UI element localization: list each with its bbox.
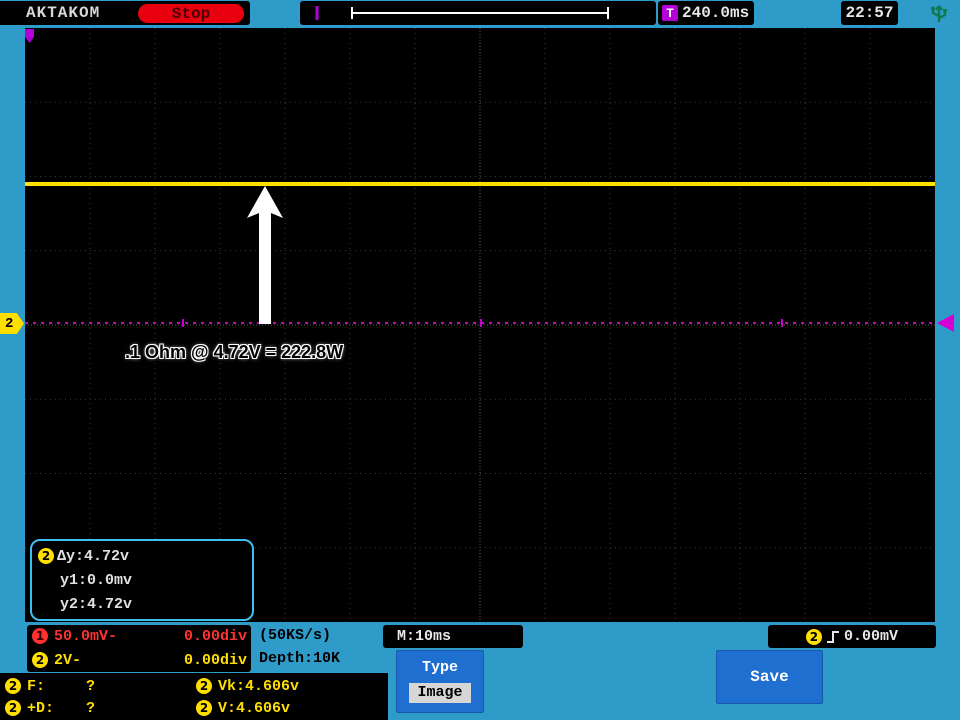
math-trace-tick [781,319,783,327]
cursor-delta-value: Δy:4.72v [57,547,130,565]
top-bar-left: AKTAKOM Stop [0,1,250,25]
channel2-badge: 2 [196,678,212,694]
channel2-settings: 2 2V- 0.00div [27,649,251,672]
trigger-level-arrow [937,314,954,332]
cursor-y2-value: y2:4.72v [60,595,133,613]
duty-label: +D: [27,700,55,717]
sample-rate: (50KS/s) [259,627,332,644]
channel2-trace [25,182,935,186]
measurements-box: 2 F: ? 2 Vk:4.606v 2 +D: ? 2 V:4.606v [0,673,388,720]
trigger-time-readout: T 240.0ms [658,1,754,25]
stop-button[interactable]: Stop [138,4,244,23]
trigger-level-value: 0.00mV [843,628,898,645]
channel1-badge: 1 [32,628,48,644]
channel1-scale: 50.0mV- [54,628,118,645]
oscilloscope-screen: AKTAKOM Stop T 240.0ms 22:57 .1 Ohm @ 4.… [0,0,960,720]
v-measurement: V:4.606v [218,700,291,717]
math-trace-tick [182,319,184,327]
channel1-offset: 0.00div [184,628,248,645]
vk-measurement: Vk:4.606v [218,678,300,695]
cursor-y1-row: y1:0.0mv [38,568,246,592]
brand-logo: AKTAKOM [26,4,101,22]
rising-edge-icon [826,630,839,643]
clock: 22:57 [841,1,898,25]
trigger-t-icon: T [662,5,678,21]
cursor-y1-value: y1:0.0mv [60,571,133,589]
channel-settings-box: 1 50.0mV- 0.00div 2 2V- 0.00div [27,625,251,672]
frequency-value: ? [86,678,96,695]
trigger-time-value: 240.0ms [682,4,750,22]
waveform-display: .1 Ohm @ 4.72V = 222.8W 2 Δy:4.72v y1:0.… [25,28,935,622]
usb-connected-icon [931,5,947,22]
channel2-offset: 0.00div [184,652,248,669]
channel2-badge: 2 [38,548,54,564]
channel2-badge: 2 [32,652,48,668]
channel2-badge: 2 [5,700,21,716]
channel2-badge: 2 [196,700,212,716]
type-button-label: Type [421,659,458,676]
cursor-y2-row: y2:4.72v [38,592,246,616]
channel2-scale: 2V- [54,652,82,669]
duty-value: ? [86,700,96,717]
type-button[interactable]: Type Image [396,650,484,713]
measurement-row-2: 2 +D: ? 2 V:4.606v [0,698,388,719]
save-button[interactable]: Save [716,650,823,704]
trigger-position-indicator [315,6,609,20]
annotation-arrow [247,186,283,324]
type-button-value: Image [409,683,471,703]
frequency-label: F: [27,678,46,695]
annotation-text: .1 Ohm @ 4.72V = 222.8W [125,342,344,362]
cursor-measurement-panel: 2 Δy:4.72v y1:0.0mv y2:4.72v [30,539,254,621]
memory-depth: Depth:10K [259,650,341,667]
channel2-ground-marker: 2 [0,313,24,334]
channel2-badge: 2 [5,678,21,694]
channel2-badge: 2 [805,628,822,645]
math-trace-tick [480,319,482,327]
trigger-position-bar [300,1,656,25]
timebase-readout: M:10ms [383,625,523,648]
channel1-settings: 1 50.0mV- 0.00div [27,625,251,648]
measurement-row-1: 2 F: ? 2 Vk:4.606v [0,676,388,697]
trigger-level-readout: 2 0.00mV [768,625,936,648]
cursor-delta-row: 2 Δy:4.72v [38,544,246,568]
